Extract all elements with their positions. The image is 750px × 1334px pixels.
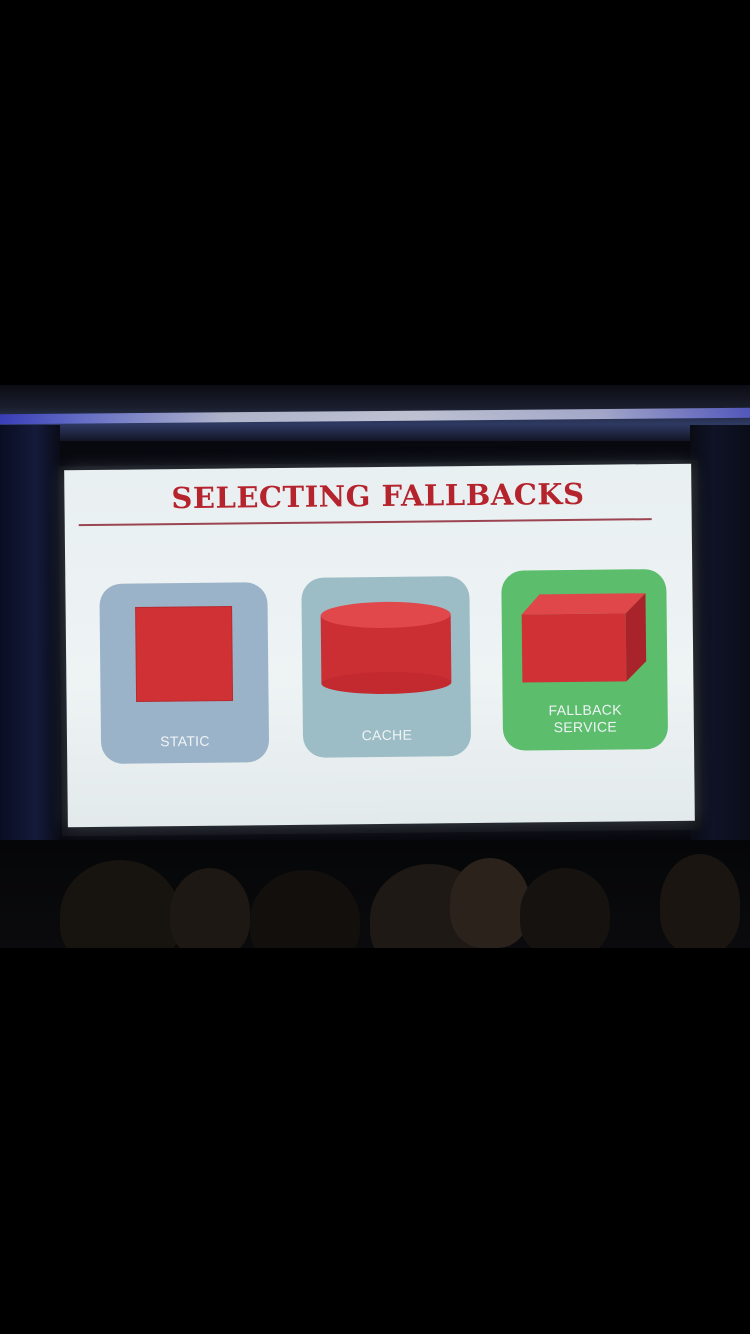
audience-head — [250, 870, 360, 948]
fallback-service-card: FALLBACK SERVICE — [501, 568, 669, 751]
photo-frame: SELECTING FALLBACKS STATIC CACHE FALLBAC… — [0, 0, 750, 1334]
box-icon — [521, 593, 647, 683]
audience-head — [520, 868, 610, 948]
projection-screen: SELECTING FALLBACKS STATIC CACHE FALLBAC… — [64, 463, 695, 828]
square-icon — [135, 606, 234, 703]
fallback-service-label: FALLBACK SERVICE — [548, 701, 622, 736]
left-wall — [0, 425, 60, 875]
audience-head — [170, 868, 250, 948]
cache-label: CACHE — [361, 726, 413, 744]
audience-head — [450, 858, 530, 948]
conference-photo: SELECTING FALLBACKS STATIC CACHE FALLBAC… — [0, 385, 750, 948]
audience-head — [60, 860, 180, 948]
title-divider — [78, 518, 652, 527]
static-card: STATIC — [99, 582, 270, 764]
cylinder-icon — [320, 601, 452, 694]
audience-silhouettes — [0, 840, 750, 948]
static-label: STATIC — [160, 732, 210, 750]
cache-card: CACHE — [301, 576, 472, 758]
audience-head — [660, 854, 740, 948]
slide-title: SELECTING FALLBACKS — [171, 476, 585, 516]
